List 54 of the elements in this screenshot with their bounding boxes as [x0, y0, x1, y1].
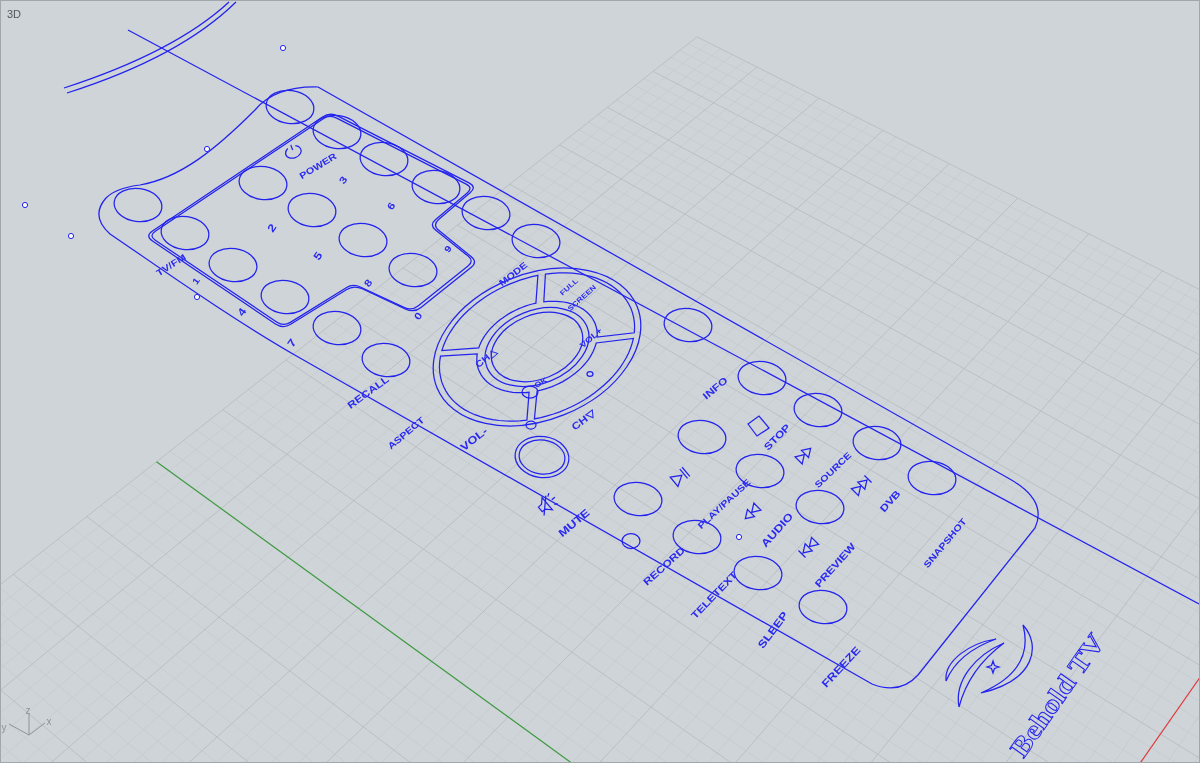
- axis-label: y: [1, 721, 7, 733]
- key-outline: [238, 165, 288, 201]
- key-outline: [613, 481, 663, 517]
- key-number: 2: [264, 221, 280, 235]
- key-outline: [852, 425, 902, 461]
- control-point-icon: [735, 533, 743, 541]
- key-outline: [677, 419, 727, 455]
- key-number: 3: [336, 174, 350, 186]
- double-ring-key-outline: [514, 435, 570, 479]
- viewport-title: 3D: [7, 8, 22, 20]
- key-number: 5: [310, 249, 326, 263]
- skip-next-icon: [850, 474, 873, 497]
- axis-label: z: [25, 704, 31, 716]
- mute-speaker-icon: [537, 492, 559, 517]
- key-outline: [260, 279, 310, 315]
- key-number: 8: [361, 277, 375, 289]
- key-outline: [287, 192, 337, 228]
- key-number: 9: [442, 243, 454, 255]
- key-outline: [359, 141, 409, 177]
- key-outline: [511, 223, 561, 259]
- key-number: 1: [190, 275, 202, 287]
- key-outline: [388, 252, 438, 288]
- key-number: 6: [384, 200, 398, 212]
- control-point-icon: [67, 232, 75, 240]
- axis-tripod-icon: [8, 713, 46, 736]
- axis-label: x: [46, 715, 52, 727]
- control-point-icon: [279, 44, 287, 52]
- key-outline: [793, 392, 843, 428]
- key-outline: [411, 169, 461, 205]
- control-point-icon: [203, 145, 211, 153]
- key-outline: [160, 215, 210, 251]
- key-outline: [265, 89, 315, 125]
- key-outline: [461, 195, 511, 231]
- small-key-outline: [621, 532, 641, 550]
- key-outline: [312, 310, 362, 346]
- key-outline: [663, 307, 713, 343]
- key-number: 7: [284, 336, 300, 350]
- key-outline: [208, 247, 258, 283]
- key-outline: [795, 489, 845, 525]
- key-outline: [737, 360, 787, 396]
- small-circle-icon: [525, 420, 537, 430]
- key-outline: [113, 187, 163, 223]
- key-number: 4: [234, 305, 250, 319]
- key-outline: [338, 222, 388, 258]
- key-outline: [361, 342, 411, 378]
- key-outline: [798, 589, 848, 625]
- play-pause-icon: [669, 466, 691, 488]
- small-circle-icon: [586, 370, 594, 378]
- key-outline: [907, 460, 957, 496]
- key-outline: [312, 114, 362, 150]
- control-point-icon: [21, 201, 29, 209]
- control-point-icon: [193, 293, 201, 301]
- key-number: 0: [411, 310, 425, 322]
- fast-forward-icon: [793, 447, 812, 466]
